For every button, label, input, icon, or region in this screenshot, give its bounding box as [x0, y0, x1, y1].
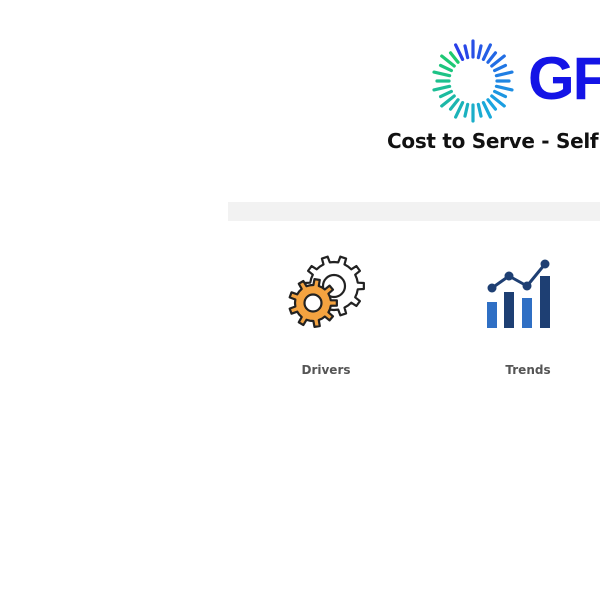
logo-ray: [493, 89, 508, 99]
logo-ray: [494, 84, 514, 92]
logo-ray: [432, 84, 452, 92]
logo-ray: [476, 44, 483, 60]
logo-ray: [494, 70, 514, 78]
logo-ray: [448, 98, 460, 111]
brand-logo-text: GF: [528, 45, 600, 112]
logo-ray: [481, 101, 492, 119]
logo-ray: [432, 70, 452, 78]
logo-ray: [438, 89, 453, 99]
logo-ray: [463, 102, 470, 118]
trends-label: Trends: [505, 363, 551, 377]
logo-ray: [454, 43, 465, 61]
drivers-label: Drivers: [301, 363, 351, 377]
logo-ray: [486, 51, 498, 64]
logo-ray: [481, 43, 492, 61]
page-title: Cost to Serve - Self S: [387, 129, 600, 153]
logo-ray: [476, 102, 483, 118]
sunburst-logo-icon: [432, 39, 514, 123]
gears-icon: [288, 255, 365, 329]
logo-ray: [438, 63, 453, 73]
logo-ray: [448, 51, 460, 64]
logo-ray: [486, 98, 498, 111]
logo-ray: [493, 63, 508, 73]
nav-bar: [228, 202, 600, 221]
drivers-nav-tile[interactable]: Drivers: [256, 240, 396, 390]
logo-ray: [454, 101, 465, 119]
trends-nav-tile[interactable]: Trends: [458, 240, 598, 390]
bar-line-chart-icon: [487, 259, 550, 328]
logo-ray: [463, 44, 470, 60]
